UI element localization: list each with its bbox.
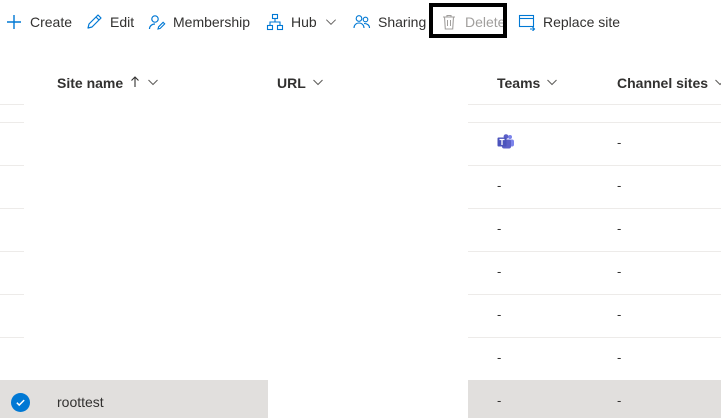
edit-label: Edit [110, 14, 135, 30]
replace-site-icon [518, 13, 536, 31]
row-checkbox-checked[interactable] [11, 393, 30, 412]
table-row-selected[interactable] [0, 380, 268, 418]
membership-label: Membership [173, 14, 251, 30]
row-divider [468, 104, 721, 105]
create-label: Create [30, 14, 73, 30]
url-header-label: URL [277, 75, 306, 91]
row-divider [0, 122, 24, 123]
channel-sites-cell: - [617, 178, 622, 193]
row-divider [468, 165, 721, 166]
checkmark-icon [16, 399, 25, 407]
site-name-header-label: Site name [57, 75, 124, 91]
column-header-site-name[interactable]: Site name [57, 62, 159, 104]
hub-label: Hub [291, 14, 317, 30]
row-divider [468, 122, 721, 123]
person-edit-icon [148, 13, 166, 31]
teams-cell: - [497, 307, 502, 322]
hub-button[interactable]: Hub [266, 0, 338, 44]
row-divider [0, 294, 24, 295]
teams-cell: - [497, 221, 502, 236]
channel-sites-cell: - [617, 264, 622, 279]
site-name-cell[interactable]: roottest [57, 394, 104, 410]
row-divider [468, 294, 721, 295]
row-divider [0, 337, 24, 338]
column-header-teams[interactable]: Teams [497, 62, 558, 104]
chevron-down-icon [147, 75, 159, 91]
row-divider [0, 251, 24, 252]
column-header-url[interactable]: URL [277, 62, 324, 104]
channel-sites-cell: - [617, 393, 622, 408]
redacted-area [268, 380, 468, 418]
column-header-channel-sites[interactable]: Channel sites [617, 62, 721, 104]
teams-cell: - [497, 393, 502, 408]
people-icon [353, 13, 371, 31]
row-divider [468, 337, 721, 338]
teams-cell: - [497, 350, 502, 365]
create-button[interactable]: Create [5, 0, 72, 44]
channel-sites-header-label: Channel sites [617, 75, 709, 91]
sort-ascending-icon [129, 75, 141, 91]
row-divider [0, 165, 24, 166]
chevron-down-icon [546, 75, 558, 91]
chevron-down-icon [714, 75, 721, 91]
redacted-area [24, 104, 468, 380]
row-divider [0, 208, 24, 209]
chevron-down-icon [312, 75, 324, 91]
table-row-selected[interactable] [468, 380, 721, 418]
chevron-down-icon [324, 15, 338, 29]
row-divider [468, 208, 721, 209]
sharing-label: Sharing [378, 14, 427, 30]
hub-icon [266, 13, 284, 31]
microsoft-teams-icon [497, 134, 514, 149]
channel-sites-cell: - [617, 221, 622, 236]
sharing-button[interactable]: Sharing [353, 0, 426, 44]
replace-site-button[interactable]: Replace site [518, 0, 620, 44]
channel-sites-cell: - [617, 307, 622, 322]
membership-button[interactable]: Membership [148, 0, 250, 44]
channel-sites-cell: - [617, 135, 622, 150]
command-bar: Create Edit Membership Hub Sharing Delet… [0, 0, 721, 44]
pencil-icon [85, 13, 103, 31]
replace-site-label: Replace site [543, 14, 621, 30]
teams-header-label: Teams [497, 75, 541, 91]
row-divider [0, 104, 24, 105]
teams-cell: - [497, 264, 502, 279]
delete-highlight-box [429, 3, 507, 38]
channel-sites-cell: - [617, 350, 622, 365]
row-divider [468, 251, 721, 252]
teams-cell: - [497, 178, 502, 193]
plus-icon [5, 13, 23, 31]
edit-button[interactable]: Edit [85, 0, 134, 44]
